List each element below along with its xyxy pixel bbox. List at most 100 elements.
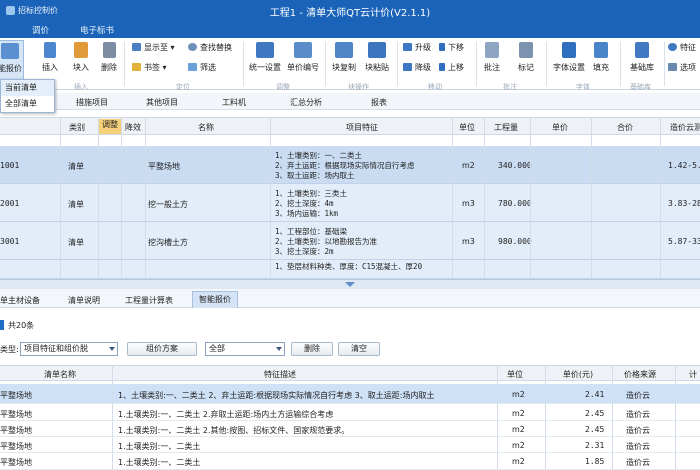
upgrade-button[interactable]: 升级 [403,42,431,53]
result-count-bar: 共20条 [0,317,700,333]
col-quantity[interactable]: 工程量 [486,122,526,133]
annotation-icon [485,42,499,58]
menu-item-all-lists[interactable]: 全部清单 [1,96,54,112]
import-button[interactable]: 块入 [70,42,92,73]
title-bar: 招标控制价 工程1 - 清单大师QT云计价(V2.1.1) [0,0,700,22]
table-row[interactable]: 2001 清单 挖一般土方 1、土壤类别：三类土 2、挖土深度：4m 3、场内运… [0,184,700,222]
annotation-button[interactable]: 批注 [480,42,504,73]
table-row[interactable]: 平整场地 1.土壤类别:一、二类土 2.弃取土运距:场内土方运输综合考虑 m2 … [0,405,700,421]
font-settings-button[interactable]: 字体设置 [550,42,588,73]
bookmark-button[interactable]: 书签 ▾ [132,62,167,73]
tab-measures[interactable]: 措施项目 [76,97,108,108]
separator [546,42,547,86]
table-row[interactable]: 1、垫层材料种类、厚度：C15混凝土、厚20 [0,260,700,279]
table-row[interactable]: 平整场地 1、土壤类别:一、二类土 2、弃土运距:根据现场实际情况自行考虑 3、… [0,384,700,404]
match-type-select[interactable]: 项目特征和组价脱 [20,342,118,356]
import-icon [74,42,88,58]
grid-line [121,117,122,279]
insert-button[interactable]: 插入 [38,42,62,73]
bill-table-header: 类别 调整 降效 名称 项目特征 单位 工程量 单价 合价 造价云测 [0,117,700,135]
col-efficiency[interactable]: 降效 [122,122,144,133]
view-tabs: 措施项目 其他项目 工料机 汇总分析 报表 [0,93,700,110]
group-label-block: 块操作 [348,83,369,91]
group-label-adjust: 调整 [276,83,290,91]
show-to-button[interactable]: 显示至 ▾ [132,42,175,53]
collapse-arrow-icon[interactable] [345,282,355,287]
col-price[interactable]: 单价(元) [553,369,603,380]
group-label-font: 字体 [576,83,590,91]
copy-icon [335,42,353,58]
move-up-button[interactable]: 上移 [439,62,464,73]
scope-select[interactable]: 全部 [205,342,285,356]
block-copy-button[interactable]: 块复制 [329,42,359,73]
separator [397,42,398,86]
table-row[interactable]: 3001 清单 挖沟槽土方 1、工程部位：基础梁 2、土壤类别：以地勘报告为准 … [0,222,700,260]
col-bill-name[interactable]: 清单名称 [30,369,90,380]
filter-button[interactable]: 筛选 [188,62,216,73]
price-plan-button[interactable]: 组价方案 [127,342,197,356]
smart-price-button[interactable]: 能报价 [0,40,24,80]
col-price-source[interactable]: 价格来源 [615,369,665,380]
delete-filter-button[interactable]: 删除 [291,342,333,356]
options-button[interactable]: 选项 [668,62,696,73]
feature-button[interactable]: 特征 [668,42,696,53]
price-scope-dropdown: 当前清单 全部清单 [0,79,55,113]
tab-summary[interactable]: 汇总分析 [290,97,322,108]
table-row[interactable]: 平整场地 1.土壤类别:一、二类土 m2 1.85 造价云 [0,453,700,470]
mark-button[interactable]: 标记 [514,42,538,73]
col-cloud-price[interactable]: 造价云测 [666,122,700,133]
downgrade-button[interactable]: 降级 [403,62,431,73]
grid-line [98,117,99,279]
separator [476,42,477,86]
col-total[interactable]: 合价 [605,122,645,133]
arrow-up-icon [403,43,412,51]
table-row[interactable]: 1001 清单 平整场地 1、土壤类别：一、二类土 2、弃土运距：根据现场实际情… [0,146,700,184]
table-row[interactable]: 平整场地 1.土壤类别:一、二类土 2.其他:按图、招标文件、国家规范要求。 m… [0,421,700,437]
delete-button[interactable]: 删除 [98,42,120,73]
col-adjust[interactable]: 调整 [99,119,121,134]
col-more[interactable]: 计 [686,369,700,380]
col-unit-price[interactable]: 单价 [540,122,580,133]
options-icon [668,63,677,71]
bookmark-icon [132,63,141,71]
group-label-library: 基础库 [630,83,651,91]
table-row[interactable]: 平整场地 1.土壤类别:一、二类土 m2 2.31 造价云 [0,437,700,453]
tab-smart-price[interactable]: 智能报价 [192,291,238,308]
tab-other-items[interactable]: 其他项目 [146,97,178,108]
col-unit[interactable]: 单位 [500,369,530,380]
tab-main-materials[interactable]: 单主材设备 [0,295,40,306]
fill-button[interactable]: 填充 [590,42,612,73]
tab-reports[interactable]: 报表 [371,97,387,108]
unit-price-code-button[interactable]: 单价编号 [285,42,321,73]
move-down-button[interactable]: 下移 [439,42,464,53]
unified-settings-button[interactable]: 统一设置 [247,42,283,73]
filter-icon [188,63,197,71]
base-library-button[interactable]: 基础库 [625,42,659,73]
menu-bar: 调价 电子标书 [0,22,700,38]
separator [664,42,665,86]
group-label-insert: 插入 [74,83,88,91]
grid-line [270,117,271,279]
grid-line [60,117,61,279]
find-replace-button[interactable]: 查找替换 [188,42,232,53]
price-table-header: 清单名称 特征描述 单位 单价(元) 价格来源 计 [0,365,700,381]
code-icon [294,42,312,58]
menu-item-current-list[interactable]: 当前清单 [1,80,54,96]
block-paste-button[interactable]: 块粘贴 [362,42,392,73]
smart-price-icon [1,43,19,59]
col-type[interactable]: 类别 [62,122,92,133]
menu-tab-adjust[interactable]: 调价 [32,24,49,36]
clear-button[interactable]: 清空 [338,342,380,356]
tab-bill-notes[interactable]: 清单说明 [68,295,100,306]
tab-quantity-calc[interactable]: 工程量计算表 [125,295,173,306]
annotation-label: 批注 [484,63,500,72]
col-name[interactable]: 名称 [176,122,236,133]
menu-tab-ebid[interactable]: 电子标书 [80,24,114,36]
col-feature-desc[interactable]: 特征描述 [240,369,320,380]
tab-labor-material[interactable]: 工料机 [222,97,246,108]
show-to-icon [132,43,141,51]
col-feature[interactable]: 项目特征 [322,122,402,133]
panel-splitter[interactable] [0,279,700,289]
block-copy-label: 块复制 [332,63,356,72]
col-unit[interactable]: 单位 [452,122,482,133]
